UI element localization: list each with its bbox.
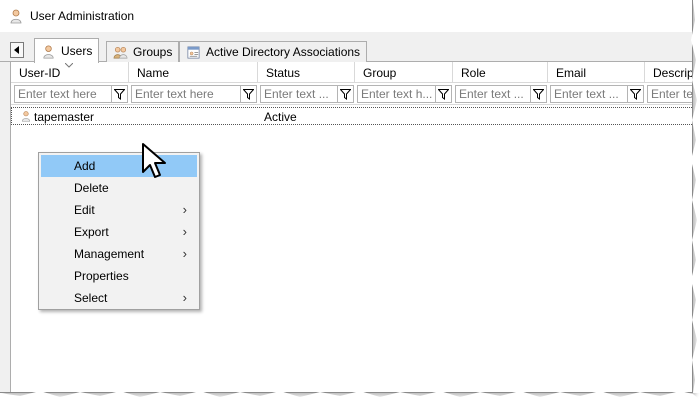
filter-button-status[interactable] — [337, 86, 353, 102]
column-header-description[interactable]: Descripti — [645, 62, 692, 83]
filter-button-user-id[interactable] — [111, 86, 127, 102]
menu-item-export[interactable]: Export › — [41, 221, 197, 243]
filter-user-id — [14, 85, 128, 103]
tab-scroll-left-button[interactable] — [10, 42, 24, 58]
menu-item-edit[interactable]: Edit › — [41, 199, 197, 221]
column-header-row: User-ID Name Status Group Role Email Des… — [11, 62, 692, 83]
filter-funnel-icon — [630, 88, 641, 100]
user-icon — [10, 9, 22, 24]
column-header-email[interactable]: Email — [548, 62, 645, 83]
filter-funnel-icon — [114, 88, 125, 100]
menu-item-management[interactable]: Management › — [41, 243, 197, 265]
directory-icon — [187, 46, 200, 58]
group-icon — [113, 46, 128, 58]
tab-active-directory-associations[interactable]: Active Directory Associations — [179, 41, 368, 62]
menu-item-properties[interactable]: Properties — [41, 265, 197, 287]
arrow-left-icon — [14, 46, 19, 54]
filter-input-description[interactable] — [648, 86, 692, 102]
filter-input-status[interactable] — [261, 86, 337, 102]
tab-users[interactable]: Users — [34, 38, 100, 63]
filter-button-email[interactable] — [627, 86, 643, 102]
tab-label: Groups — [133, 45, 173, 59]
filter-input-role[interactable] — [456, 86, 530, 102]
filter-funnel-icon — [243, 88, 254, 100]
filter-input-group[interactable] — [358, 86, 435, 102]
sort-descending-icon — [65, 63, 73, 68]
filter-funnel-icon — [340, 88, 351, 100]
filter-input-name[interactable] — [132, 86, 240, 102]
menu-item-delete[interactable]: Delete — [41, 177, 197, 199]
filter-role — [455, 85, 547, 103]
filter-button-group[interactable] — [435, 86, 451, 102]
table-row[interactable]: tapemaster Active — [11, 107, 692, 125]
chevron-right-icon: › — [182, 246, 187, 261]
filter-funnel-icon — [438, 88, 449, 100]
mouse-pointer-icon — [142, 143, 166, 178]
column-header-status[interactable]: Status — [258, 62, 355, 83]
filter-button-name[interactable] — [240, 86, 256, 102]
user-icon — [43, 45, 54, 58]
menu-item-add[interactable]: Add — [41, 155, 197, 177]
chevron-right-icon: › — [182, 202, 187, 217]
title-bar: User Administration — [0, 0, 692, 32]
filter-name — [131, 85, 257, 103]
filter-status — [260, 85, 354, 103]
column-header-role[interactable]: Role — [453, 62, 548, 83]
tab-strip: Users Groups Active Directory Associatio… — [0, 38, 692, 63]
menu-item-select[interactable]: Select › — [41, 287, 197, 309]
window-title: User Administration — [30, 9, 135, 23]
column-header-group[interactable]: Group — [355, 62, 453, 83]
filter-input-user-id[interactable] — [15, 86, 111, 102]
cell-status: Active — [264, 110, 297, 124]
chevron-right-icon: › — [182, 290, 187, 305]
filter-group — [357, 85, 452, 103]
filter-row — [11, 83, 692, 105]
column-header-name[interactable]: Name — [129, 62, 258, 83]
filter-funnel-icon — [533, 88, 544, 100]
column-header-user-id[interactable]: User-ID — [11, 62, 129, 83]
tab-label: Users — [61, 44, 93, 58]
tab-label: Active Directory Associations — [206, 45, 361, 59]
filter-input-email[interactable] — [551, 86, 627, 102]
tab-groups[interactable]: Groups — [106, 41, 180, 62]
context-menu: Add Delete Edit › Export › Management › Pro… — [38, 152, 200, 310]
chevron-right-icon: › — [182, 224, 187, 239]
cell-user-id: tapemaster — [34, 110, 95, 124]
filter-button-role[interactable] — [530, 86, 546, 102]
filter-description — [647, 85, 692, 103]
user-icon — [21, 111, 31, 122]
filter-email — [550, 85, 644, 103]
user-administration-window: User Administration Users Groups Active … — [0, 0, 693, 393]
